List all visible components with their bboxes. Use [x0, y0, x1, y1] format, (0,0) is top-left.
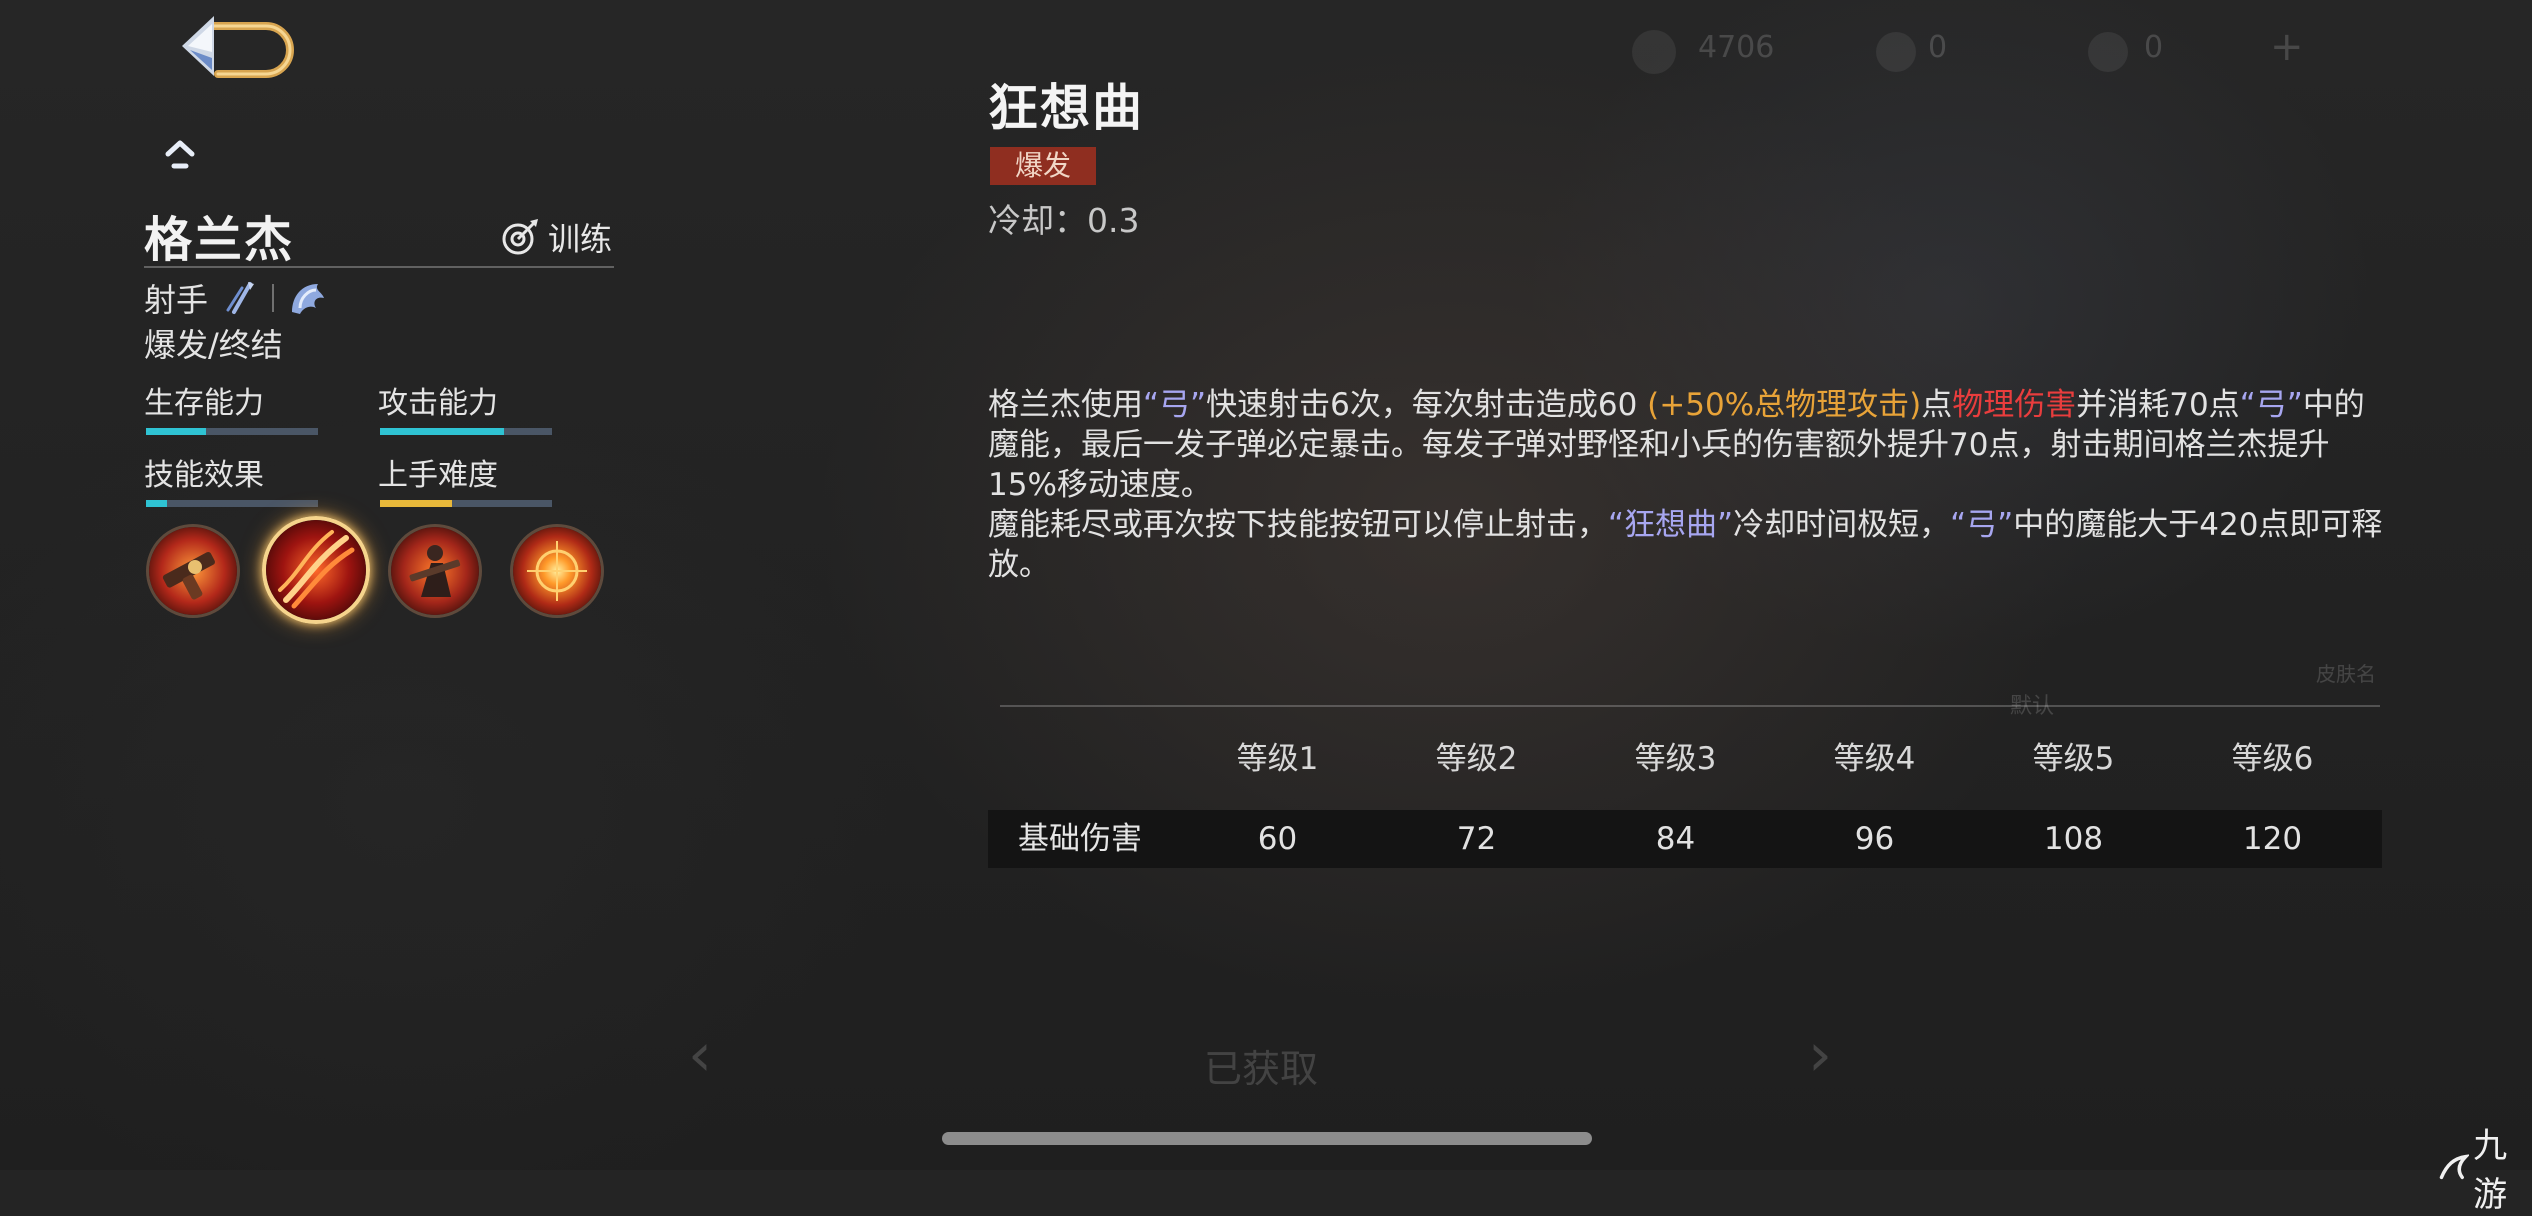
desc-segment: 并消耗70点	[2076, 387, 2240, 423]
marksman-icon	[226, 282, 255, 314]
base-damage-level-5: 108	[2043, 821, 2104, 857]
hero-name: 格兰杰	[144, 212, 295, 268]
stat-survival-fill	[146, 428, 207, 435]
collapse-button[interactable]	[160, 136, 200, 172]
stat-difficulty-label: 上手难度	[378, 458, 498, 493]
desc-segment: “弓”	[1143, 387, 1207, 423]
stat-survival-label: 生存能力	[144, 386, 264, 421]
faint-next-arrow-icon: ›	[1808, 1020, 1832, 1090]
faint-currency-diamond: 0	[1928, 30, 1948, 65]
desc-segment: 物理伤害	[1952, 387, 2077, 423]
flame-slash-icon	[266, 520, 366, 620]
base-damage-level-3: 84	[1655, 821, 1696, 857]
stat-skill-effect: 技能效果	[144, 450, 318, 507]
stat-survival-bar	[146, 428, 318, 435]
faint-currency-ticket: 0	[2144, 30, 2164, 65]
stat-difficulty: 上手难度	[378, 450, 552, 507]
faint-owned-label: 已获取	[1204, 1047, 1319, 1091]
desc-segment: 冷却时间极短，	[1733, 507, 1951, 543]
hero-position: 爆发/终结	[144, 326, 283, 364]
back-button[interactable]	[170, 12, 320, 84]
train-button[interactable]: 训练	[500, 212, 612, 262]
skill-4-button[interactable]	[510, 524, 604, 618]
stat-skill-effect-fill	[146, 500, 167, 507]
skill-name: 狂想曲	[988, 79, 1144, 137]
chevron-up-icon	[165, 140, 195, 169]
watermark-text: 九游	[2473, 1126, 2508, 1215]
watermark: 九游	[2438, 1118, 2532, 1216]
level-header-corner	[988, 733, 1178, 785]
jiuyou-logo-icon	[2439, 1154, 2470, 1180]
diamond-icon	[1876, 32, 1916, 72]
skill-description-paragraph-1: 格兰杰使用“弓”快速射击6次，每次射击造成60 (+50%总物理攻击)点物理伤害…	[988, 385, 2388, 505]
base-damage-level-4: 96	[1854, 821, 1895, 857]
stat-attack-fill	[380, 428, 504, 435]
level-header-2: 等级2	[1435, 741, 1518, 777]
stat-attack-label: 攻击能力	[378, 386, 498, 421]
base-damage-level-2: 72	[1456, 821, 1497, 857]
desc-segment: “狂想曲”	[1608, 507, 1734, 543]
level-table-divider	[1000, 705, 2380, 707]
level-header-1: 等级1	[1236, 741, 1319, 777]
base-damage-level-1: 60	[1257, 821, 1298, 857]
hero-splash-background	[0, 0, 2532, 1170]
ticket-icon	[2088, 32, 2128, 72]
stat-attack: 攻击能力	[378, 378, 552, 435]
skill-3-button[interactable]	[388, 524, 482, 618]
skill-type-badge: 爆发	[990, 147, 1096, 185]
level-header-5: 等级5	[2032, 741, 2115, 777]
revolver-icon	[149, 527, 237, 615]
skill-1-button[interactable]	[146, 524, 240, 618]
skill-description-paragraph-2: 魔能耗尽或再次按下技能按钮可以停止射击，“狂想曲”冷却时间极短，“弓”中的魔能大…	[988, 505, 2388, 585]
role-row: 射手	[144, 276, 330, 320]
level-header-3: 等级3	[1634, 741, 1717, 777]
home-indicator[interactable]	[942, 1132, 1592, 1145]
stat-skill-effect-label: 技能效果	[144, 458, 264, 493]
gold-coin-icon	[1632, 30, 1676, 74]
faint-prev-arrow-icon: ‹	[688, 1020, 712, 1090]
train-label: 训练	[548, 220, 613, 258]
name-divider	[144, 266, 614, 268]
skill-2-button[interactable]	[262, 516, 370, 624]
base-damage-level-6: 120	[2242, 821, 2303, 857]
skill-description: 格兰杰使用“弓”快速射击6次，每次射击造成60 (+50%总物理攻击)点物理伤害…	[988, 385, 2388, 585]
level-header-6: 等级6	[2231, 741, 2314, 777]
beast-claw-icon	[292, 284, 325, 314]
stat-attack-bar	[380, 428, 552, 435]
faint-add-icon: +	[2270, 24, 2304, 70]
desc-segment: 格兰杰使用	[988, 387, 1143, 423]
desc-segment: “弓”	[1950, 507, 2014, 543]
role-separator	[272, 284, 275, 312]
gunner-icon	[391, 527, 479, 615]
stat-difficulty-fill	[380, 500, 453, 507]
train-target-icon	[502, 219, 538, 255]
row-label-base-damage: 基础伤害	[1018, 821, 1142, 857]
desc-segment: “弓”	[2239, 387, 2303, 423]
stat-skill-effect-bar	[146, 500, 318, 507]
faint-skin-label: 皮肤名	[2316, 662, 2376, 686]
stat-survival: 生存能力	[144, 378, 318, 435]
level-header-4: 等级4	[1833, 741, 1916, 777]
faint-default-label: 默认	[2010, 694, 2055, 719]
skill-cooldown: 冷却：0.3	[988, 201, 1140, 240]
back-arrow-icon	[182, 16, 294, 78]
faint-currency-gold: 4706	[1698, 30, 1775, 65]
stat-difficulty-bar	[380, 500, 552, 507]
target-burst-icon	[513, 527, 601, 615]
desc-segment: 点	[1921, 387, 1953, 423]
desc-segment: 魔能耗尽或再次按下技能按钮可以停止射击，	[988, 507, 1608, 543]
table-row: 基础伤害 60 72 84 96 108 120	[988, 810, 2382, 868]
desc-segment: 快速射击6次，每次射击造成60	[1206, 387, 1648, 423]
role-label: 射手	[144, 281, 209, 319]
level-table-header: 等级1 等级2 等级3 等级4 等级5 等级6	[988, 733, 2382, 785]
desc-segment: (+50%总物理攻击)	[1647, 387, 1922, 423]
